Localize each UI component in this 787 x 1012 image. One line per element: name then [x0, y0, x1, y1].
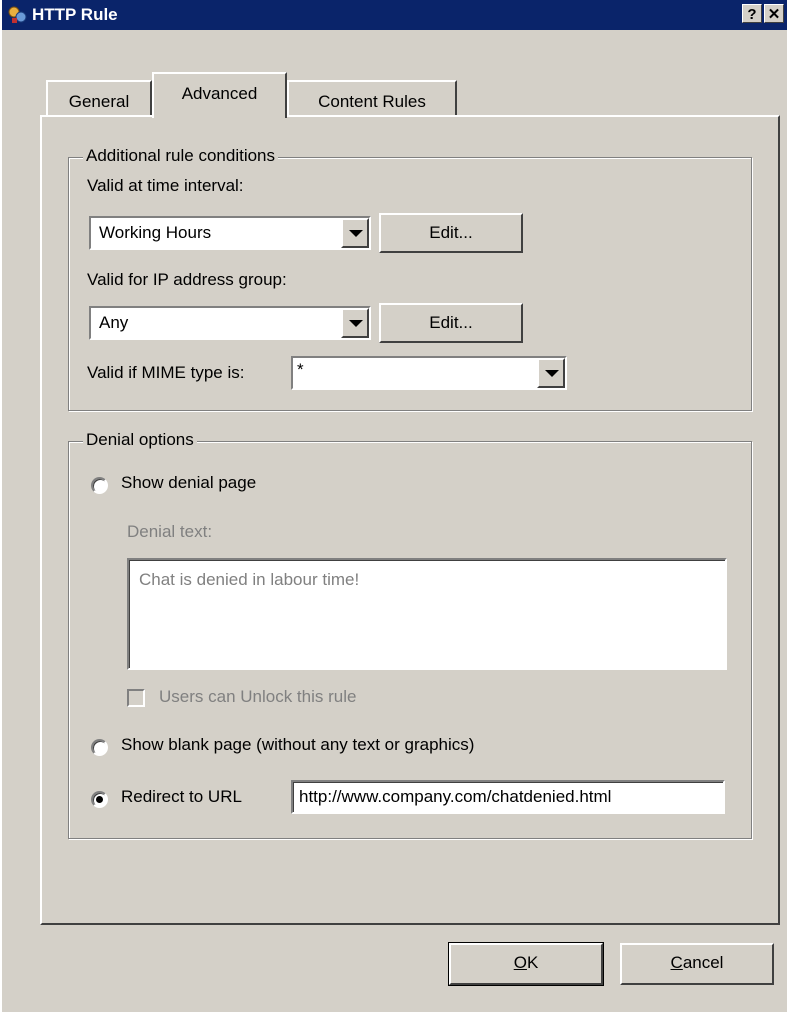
denial-text-label: Denial text:	[127, 522, 213, 541]
mime-type-dropdown-button[interactable]	[537, 358, 565, 388]
time-interval-label: Valid at time interval:	[87, 176, 244, 195]
ok-accelerator: O	[513, 953, 527, 972]
redirect-url-input[interactable]: http://www.company.com/chatdenied.html	[291, 780, 725, 814]
tab-general-label: General	[68, 92, 130, 111]
chevron-down-icon	[349, 230, 363, 237]
denial-options-legend: Denial options	[83, 430, 197, 450]
cancel-accelerator: C	[670, 953, 683, 972]
ip-group-select[interactable]: Any	[89, 306, 371, 340]
help-button[interactable]: ?	[742, 4, 762, 23]
title-bar[interactable]: HTTP Rule ? ✕	[2, 0, 787, 30]
show-denial-page-radio[interactable]	[91, 477, 108, 494]
denial-options-group: Denial options Show denial page Denial t…	[68, 430, 752, 839]
denial-text-area[interactable]: Chat is denied in labour time!	[127, 558, 727, 670]
mime-type-value: *	[297, 360, 304, 379]
rule-conditions-group: Additional rule conditions Valid at time…	[68, 146, 752, 411]
ip-group-label: Valid for IP address group:	[87, 270, 287, 289]
app-icon	[8, 6, 27, 23]
redirect-url-value: http://www.company.com/chatdenied.html	[299, 787, 612, 806]
time-interval-dropdown-button[interactable]	[341, 218, 369, 248]
unlock-rule-checkbox[interactable]	[127, 689, 145, 707]
denial-text-value: Chat is denied in labour time!	[139, 570, 360, 589]
ok-button[interactable]: OK	[448, 942, 604, 986]
tab-content-rules[interactable]: Content Rules	[287, 80, 457, 116]
time-interval-edit-button[interactable]: Edit...	[379, 213, 523, 253]
tab-content-rules-label: Content Rules	[318, 92, 426, 111]
ip-group-edit-button[interactable]: Edit...	[379, 303, 523, 343]
mime-type-select[interactable]: *	[291, 356, 567, 390]
show-blank-page-radio[interactable]	[91, 739, 108, 756]
ok-label-rest: K	[526, 953, 539, 972]
redirect-to-url-label[interactable]: Redirect to URL	[121, 787, 242, 807]
tab-general[interactable]: General	[46, 80, 152, 116]
cancel-button[interactable]: Cancel	[620, 943, 774, 985]
chevron-down-icon	[545, 370, 559, 377]
chevron-down-icon	[349, 320, 363, 327]
time-interval-value: Working Hours	[99, 223, 212, 242]
rule-conditions-legend: Additional rule conditions	[83, 146, 279, 166]
cancel-label-rest: ancel	[682, 953, 724, 972]
advanced-tab-panel: Additional rule conditions Valid at time…	[40, 115, 780, 925]
unlock-rule-label[interactable]: Users can Unlock this rule	[159, 687, 356, 707]
http-rule-dialog: HTTP Rule ? ✕ General Advanced Content R…	[0, 0, 787, 1012]
ip-group-value: Any	[99, 313, 129, 332]
mime-type-label: Valid if MIME type is:	[87, 363, 245, 382]
show-denial-page-label[interactable]: Show denial page	[121, 473, 256, 493]
close-button[interactable]: ✕	[764, 4, 784, 23]
redirect-to-url-radio[interactable]	[91, 791, 108, 808]
show-blank-page-label[interactable]: Show blank page (without any text or gra…	[121, 735, 474, 755]
tab-advanced-label: Advanced	[181, 84, 258, 103]
tab-advanced[interactable]: Advanced	[152, 72, 287, 118]
ip-group-dropdown-button[interactable]	[341, 308, 369, 338]
time-interval-select[interactable]: Working Hours	[89, 216, 371, 250]
window-title: HTTP Rule	[32, 5, 118, 24]
